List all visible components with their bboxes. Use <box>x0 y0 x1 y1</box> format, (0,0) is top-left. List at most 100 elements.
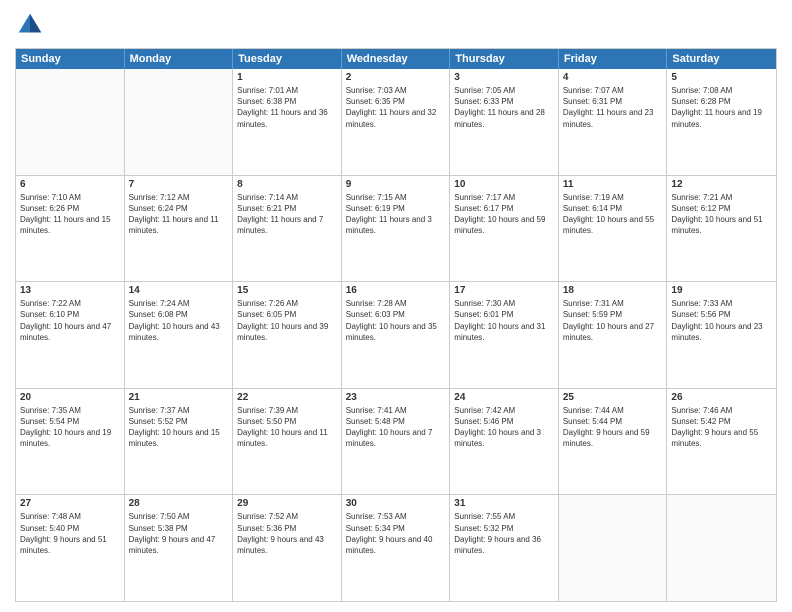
day-content: Sunrise: 7:55 AM Sunset: 5:32 PM Dayligh… <box>454 511 554 556</box>
day-content: Sunrise: 7:22 AM Sunset: 6:10 PM Dayligh… <box>20 298 120 343</box>
day-content: Sunrise: 7:42 AM Sunset: 5:46 PM Dayligh… <box>454 405 554 450</box>
empty-cell <box>559 495 668 601</box>
day-number: 10 <box>454 179 554 190</box>
day-number: 8 <box>237 179 337 190</box>
calendar-header: SundayMondayTuesdayWednesdayThursdayFrid… <box>16 49 776 69</box>
day-number: 2 <box>346 72 446 83</box>
empty-cell <box>125 69 234 175</box>
day-number: 13 <box>20 285 120 296</box>
day-content: Sunrise: 7:14 AM Sunset: 6:21 PM Dayligh… <box>237 192 337 237</box>
day-number: 25 <box>563 392 663 403</box>
day-cell-19: 19 Sunrise: 7:33 AM Sunset: 5:56 PM Dayli… <box>667 282 776 388</box>
day-number: 7 <box>129 179 229 190</box>
day-content: Sunrise: 7:53 AM Sunset: 5:34 PM Dayligh… <box>346 511 446 556</box>
day-content: Sunrise: 7:12 AM Sunset: 6:24 PM Dayligh… <box>129 192 229 237</box>
day-cell-9: 9 Sunrise: 7:15 AM Sunset: 6:19 PM Daylig… <box>342 176 451 282</box>
day-cell-2: 2 Sunrise: 7:03 AM Sunset: 6:35 PM Daylig… <box>342 69 451 175</box>
header-day-monday: Monday <box>125 49 234 69</box>
day-number: 30 <box>346 498 446 509</box>
calendar-week-4: 20Sunrise: 7:35 AM Sunset: 5:54 PM Dayli… <box>16 388 776 495</box>
day-cell-18: 18 Sunrise: 7:31 AM Sunset: 5:59 PM Dayli… <box>559 282 668 388</box>
day-number: 26 <box>671 392 772 403</box>
header-day-wednesday: Wednesday <box>342 49 451 69</box>
day-cell-13: 13 Sunrise: 7:22 AM Sunset: 6:10 PM Dayli… <box>16 282 125 388</box>
day-cell-14: 14 Sunrise: 7:24 AM Sunset: 6:08 PM Dayli… <box>125 282 234 388</box>
day-content: Sunrise: 7:52 AM Sunset: 5:36 PM Dayligh… <box>237 511 337 556</box>
day-content: Sunrise: 7:50 AM Sunset: 5:38 PM Dayligh… <box>129 511 229 556</box>
day-content: Sunrise: 7:48 AM Sunset: 5:40 PM Dayligh… <box>20 511 120 556</box>
day-number: 31 <box>454 498 554 509</box>
day-content: Sunrise: 7:31 AM Sunset: 5:59 PM Dayligh… <box>563 298 663 343</box>
day-cell-28: 28Sunrise: 7:50 AM Sunset: 5:38 PM Dayli… <box>125 495 234 601</box>
day-cell-7: 7 Sunrise: 7:12 AM Sunset: 6:24 PM Daylig… <box>125 176 234 282</box>
day-content: Sunrise: 7:01 AM Sunset: 6:38 PM Dayligh… <box>237 85 337 130</box>
day-number: 21 <box>129 392 229 403</box>
day-cell-8: 8 Sunrise: 7:14 AM Sunset: 6:21 PM Daylig… <box>233 176 342 282</box>
day-content: Sunrise: 7:39 AM Sunset: 5:50 PM Dayligh… <box>237 405 337 450</box>
day-content: Sunrise: 7:33 AM Sunset: 5:56 PM Dayligh… <box>671 298 772 343</box>
day-cell-31: 31 Sunrise: 7:55 AM Sunset: 5:32 PM Dayli… <box>450 495 559 601</box>
empty-cell <box>16 69 125 175</box>
header-day-tuesday: Tuesday <box>233 49 342 69</box>
header-day-sunday: Sunday <box>16 49 125 69</box>
day-content: Sunrise: 7:24 AM Sunset: 6:08 PM Dayligh… <box>129 298 229 343</box>
logo <box>15 10 49 40</box>
day-number: 29 <box>237 498 337 509</box>
day-content: Sunrise: 7:21 AM Sunset: 6:12 PM Dayligh… <box>671 192 772 237</box>
day-number: 19 <box>671 285 772 296</box>
day-number: 6 <box>20 179 120 190</box>
calendar-week-5: 27 Sunrise: 7:48 AM Sunset: 5:40 PM Dayli… <box>16 494 776 601</box>
calendar-week-3: 13 Sunrise: 7:22 AM Sunset: 6:10 PM Dayli… <box>16 281 776 388</box>
day-content: Sunrise: 7:05 AM Sunset: 6:33 PM Dayligh… <box>454 85 554 130</box>
day-number: 4 <box>563 72 663 83</box>
day-cell-29: 29 Sunrise: 7:52 AM Sunset: 5:36 PM Dayli… <box>233 495 342 601</box>
day-number: 23 <box>346 392 446 403</box>
logo-icon <box>15 10 45 40</box>
day-number: 22 <box>237 392 337 403</box>
day-cell-4: 4 Sunrise: 7:07 AM Sunset: 6:31 PM Daylig… <box>559 69 668 175</box>
day-cell-20: 20Sunrise: 7:35 AM Sunset: 5:54 PM Dayli… <box>16 389 125 495</box>
day-number: 18 <box>563 285 663 296</box>
day-number: 9 <box>346 179 446 190</box>
day-number: 14 <box>129 285 229 296</box>
header <box>15 10 777 40</box>
day-number: 11 <box>563 179 663 190</box>
day-cell-5: 5 Sunrise: 7:08 AM Sunset: 6:28 PM Daylig… <box>667 69 776 175</box>
day-number: 1 <box>237 72 337 83</box>
day-content: Sunrise: 7:19 AM Sunset: 6:14 PM Dayligh… <box>563 192 663 237</box>
day-number: 5 <box>671 72 772 83</box>
day-cell-15: 15Sunrise: 7:26 AM Sunset: 6:05 PM Dayli… <box>233 282 342 388</box>
day-content: Sunrise: 7:44 AM Sunset: 5:44 PM Dayligh… <box>563 405 663 450</box>
day-content: Sunrise: 7:37 AM Sunset: 5:52 PM Dayligh… <box>129 405 229 450</box>
day-number: 27 <box>20 498 120 509</box>
day-content: Sunrise: 7:15 AM Sunset: 6:19 PM Dayligh… <box>346 192 446 237</box>
day-content: Sunrise: 7:07 AM Sunset: 6:31 PM Dayligh… <box>563 85 663 130</box>
day-cell-16: 16Sunrise: 7:28 AM Sunset: 6:03 PM Dayli… <box>342 282 451 388</box>
day-number: 12 <box>671 179 772 190</box>
day-cell-1: 1 Sunrise: 7:01 AM Sunset: 6:38 PM Daylig… <box>233 69 342 175</box>
day-cell-21: 21 Sunrise: 7:37 AM Sunset: 5:52 PM Dayli… <box>125 389 234 495</box>
day-cell-12: 12 Sunrise: 7:21 AM Sunset: 6:12 PM Dayli… <box>667 176 776 282</box>
page: SundayMondayTuesdayWednesdayThursdayFrid… <box>0 0 792 612</box>
day-cell-3: 3 Sunrise: 7:05 AM Sunset: 6:33 PM Daylig… <box>450 69 559 175</box>
day-content: Sunrise: 7:17 AM Sunset: 6:17 PM Dayligh… <box>454 192 554 237</box>
day-number: 17 <box>454 285 554 296</box>
day-cell-27: 27 Sunrise: 7:48 AM Sunset: 5:40 PM Dayli… <box>16 495 125 601</box>
day-content: Sunrise: 7:08 AM Sunset: 6:28 PM Dayligh… <box>671 85 772 130</box>
day-cell-17: 17 Sunrise: 7:30 AM Sunset: 6:01 PM Dayli… <box>450 282 559 388</box>
calendar-body: 1 Sunrise: 7:01 AM Sunset: 6:38 PM Daylig… <box>16 69 776 601</box>
day-content: Sunrise: 7:26 AM Sunset: 6:05 PM Dayligh… <box>237 298 337 343</box>
day-content: Sunrise: 7:30 AM Sunset: 6:01 PM Dayligh… <box>454 298 554 343</box>
day-content: Sunrise: 7:35 AM Sunset: 5:54 PM Dayligh… <box>20 405 120 450</box>
day-content: Sunrise: 7:46 AM Sunset: 5:42 PM Dayligh… <box>671 405 772 450</box>
day-number: 3 <box>454 72 554 83</box>
calendar: SundayMondayTuesdayWednesdayThursdayFrid… <box>15 48 777 602</box>
day-content: Sunrise: 7:03 AM Sunset: 6:35 PM Dayligh… <box>346 85 446 130</box>
day-cell-25: 25 Sunrise: 7:44 AM Sunset: 5:44 PM Dayli… <box>559 389 668 495</box>
day-cell-30: 30 Sunrise: 7:53 AM Sunset: 5:34 PM Dayli… <box>342 495 451 601</box>
calendar-week-2: 6Sunrise: 7:10 AM Sunset: 6:26 PM Daylig… <box>16 175 776 282</box>
header-day-saturday: Saturday <box>667 49 776 69</box>
day-cell-11: 11 Sunrise: 7:19 AM Sunset: 6:14 PM Dayli… <box>559 176 668 282</box>
day-cell-24: 24Sunrise: 7:42 AM Sunset: 5:46 PM Dayli… <box>450 389 559 495</box>
day-cell-6: 6Sunrise: 7:10 AM Sunset: 6:26 PM Daylig… <box>16 176 125 282</box>
